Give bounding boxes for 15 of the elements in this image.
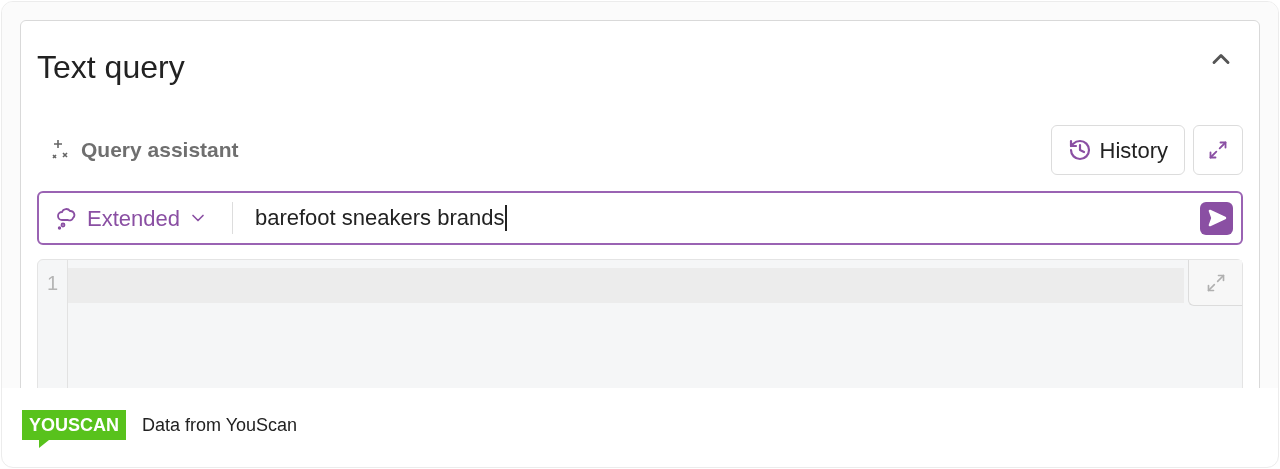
mode-dropdown[interactable]: Extended — [55, 202, 233, 234]
history-button[interactable]: History — [1050, 125, 1185, 175]
line-number: 1 — [46, 271, 59, 296]
panel-title: Text query — [37, 48, 185, 87]
expand-button[interactable] — [1193, 125, 1243, 175]
query-field[interactable]: Extended barefoot sneakers brands — [37, 191, 1243, 245]
query-text: barefoot sneakers brands — [254, 205, 508, 231]
expand-icon — [1205, 272, 1226, 293]
youscan-logo: YOUSCAN — [22, 410, 126, 448]
query-assistant-button[interactable]: Query assistant — [37, 134, 251, 166]
send-icon — [1206, 208, 1227, 228]
history-icon — [1067, 138, 1092, 162]
send-button[interactable] — [1200, 201, 1233, 235]
attribution-text: Data from YouScan — [142, 413, 298, 437]
expand-icon — [1208, 140, 1228, 160]
